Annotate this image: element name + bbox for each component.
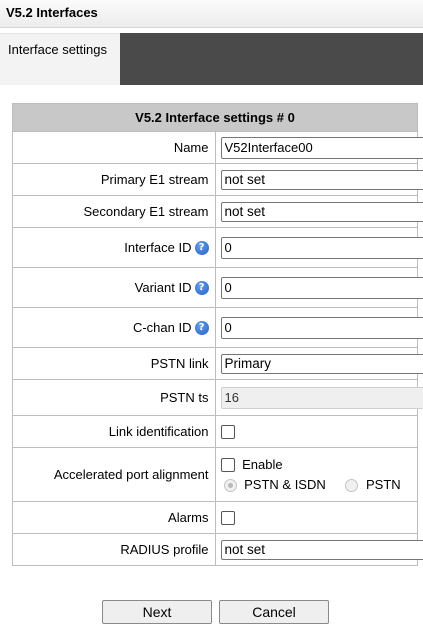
radius-profile-value: not set — [224, 541, 266, 557]
help-icon[interactable]: ? — [194, 241, 209, 255]
link-identification-checkbox[interactable] — [220, 425, 235, 440]
primary-e1-label: Primary E1 stream — [12, 163, 216, 196]
radio-pstn-isdn-label: PSTN & ISDN — [244, 476, 326, 492]
help-icon[interactable]: ? — [194, 281, 209, 295]
form-title: V5.2 Interface settings # 0 — [12, 103, 418, 132]
interface-id-label: Interface ID — [124, 240, 192, 255]
pstn-ts-input — [220, 386, 423, 409]
page-title: V5.2 Interfaces — [0, 0, 423, 28]
interface-id-label-cell: Interface ID? — [12, 227, 216, 268]
cancel-button[interactable]: Cancel — [219, 600, 329, 624]
primary-e1-value: not set — [224, 171, 266, 187]
radius-profile-label: RADIUS profile — [12, 533, 216, 566]
alarms-label: Alarms — [12, 501, 216, 534]
primary-e1-select[interactable]: not set — [220, 169, 423, 190]
variant-id-label-cell: Variant ID? — [12, 267, 216, 308]
tab-interface-settings[interactable]: Interface settings — [0, 33, 120, 85]
variant-id-label: Variant ID — [134, 280, 192, 295]
secondary-e1-label: Secondary E1 stream — [12, 195, 216, 228]
interface-settings-form: V5.2 Interface settings # 0 Name Primary… — [12, 103, 423, 566]
pstn-link-value: Primary — [224, 355, 272, 371]
interface-id-input[interactable] — [220, 236, 423, 259]
radio-pstn-label: PSTN — [366, 476, 401, 492]
tab-bar-filler — [120, 33, 423, 85]
accelerated-alignment-label: Accelerated port alignment — [12, 447, 216, 502]
alarms-checkbox[interactable] — [220, 511, 235, 526]
variant-id-input[interactable] — [220, 276, 423, 299]
cchan-id-label-cell: C-chan ID? — [12, 307, 216, 348]
secondary-e1-value: not set — [224, 203, 266, 219]
name-input[interactable] — [220, 136, 423, 159]
accelerated-enable-checkbox[interactable] — [220, 458, 235, 473]
pstn-link-label: PSTN link — [12, 347, 216, 380]
next-button[interactable]: Next — [102, 600, 212, 624]
radio-pstn-isdn — [223, 478, 237, 492]
link-identification-label: Link identification — [12, 415, 216, 448]
help-icon[interactable]: ? — [194, 321, 209, 335]
name-label: Name — [12, 131, 216, 164]
tab-bar: Interface settings — [0, 33, 423, 85]
radius-profile-select[interactable]: not set — [220, 539, 423, 560]
radio-pstn — [345, 478, 359, 492]
pstn-ts-label: PSTN ts — [12, 379, 216, 416]
secondary-e1-select[interactable]: not set — [220, 201, 423, 222]
pstn-link-select[interactable]: Primary — [220, 353, 423, 374]
accelerated-enable-label: Enable — [242, 456, 283, 472]
cchan-id-label: C-chan ID — [132, 320, 192, 335]
cchan-id-input[interactable] — [220, 316, 423, 339]
